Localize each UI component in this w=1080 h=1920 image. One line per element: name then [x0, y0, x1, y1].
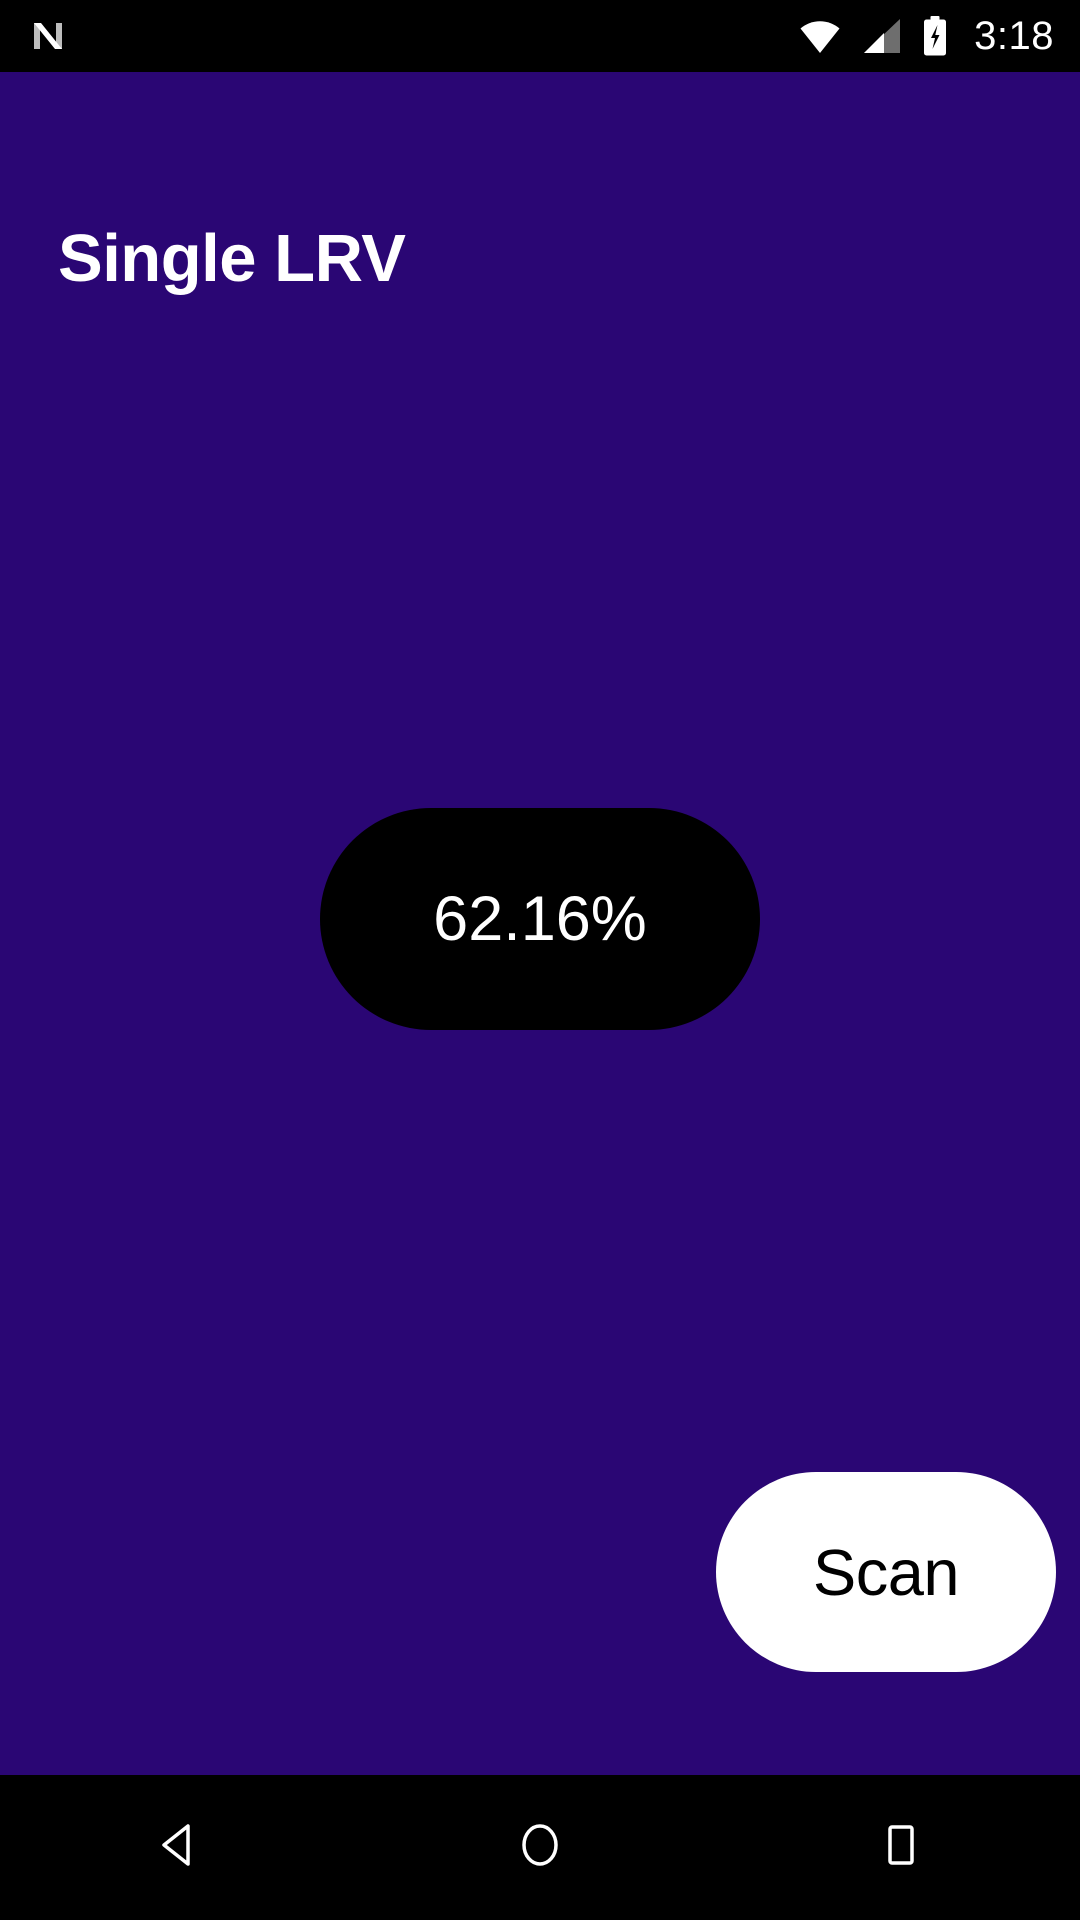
nav-home-button[interactable]	[460, 1775, 620, 1920]
lrv-value-text: 62.16%	[433, 883, 647, 954]
android-navigation-bar	[0, 1775, 1080, 1920]
lrv-value-display: 62.16%	[320, 808, 760, 1030]
cellular-signal-icon	[862, 17, 902, 55]
battery-charging-icon	[922, 16, 948, 56]
page-title: Single LRV	[58, 221, 406, 296]
status-bar-clock: 3:18	[974, 14, 1054, 58]
scan-button[interactable]: Scan	[716, 1472, 1056, 1672]
nav-back-button[interactable]	[100, 1775, 260, 1920]
status-bar-left-icons	[28, 16, 68, 56]
status-bar: 3:18	[0, 0, 1080, 72]
scan-button-label: Scan	[812, 1535, 960, 1609]
home-circle-icon	[513, 1818, 567, 1877]
app-screen: 3:18 Single LRV 62.16% Scan	[0, 0, 1080, 1920]
wifi-full-icon	[798, 17, 842, 55]
status-bar-right-icons: 3:18	[798, 16, 1054, 56]
nav-recents-button[interactable]	[820, 1775, 980, 1920]
recents-square-icon	[873, 1818, 927, 1877]
android-nougat-n-icon	[28, 16, 68, 56]
back-triangle-icon	[153, 1818, 207, 1877]
